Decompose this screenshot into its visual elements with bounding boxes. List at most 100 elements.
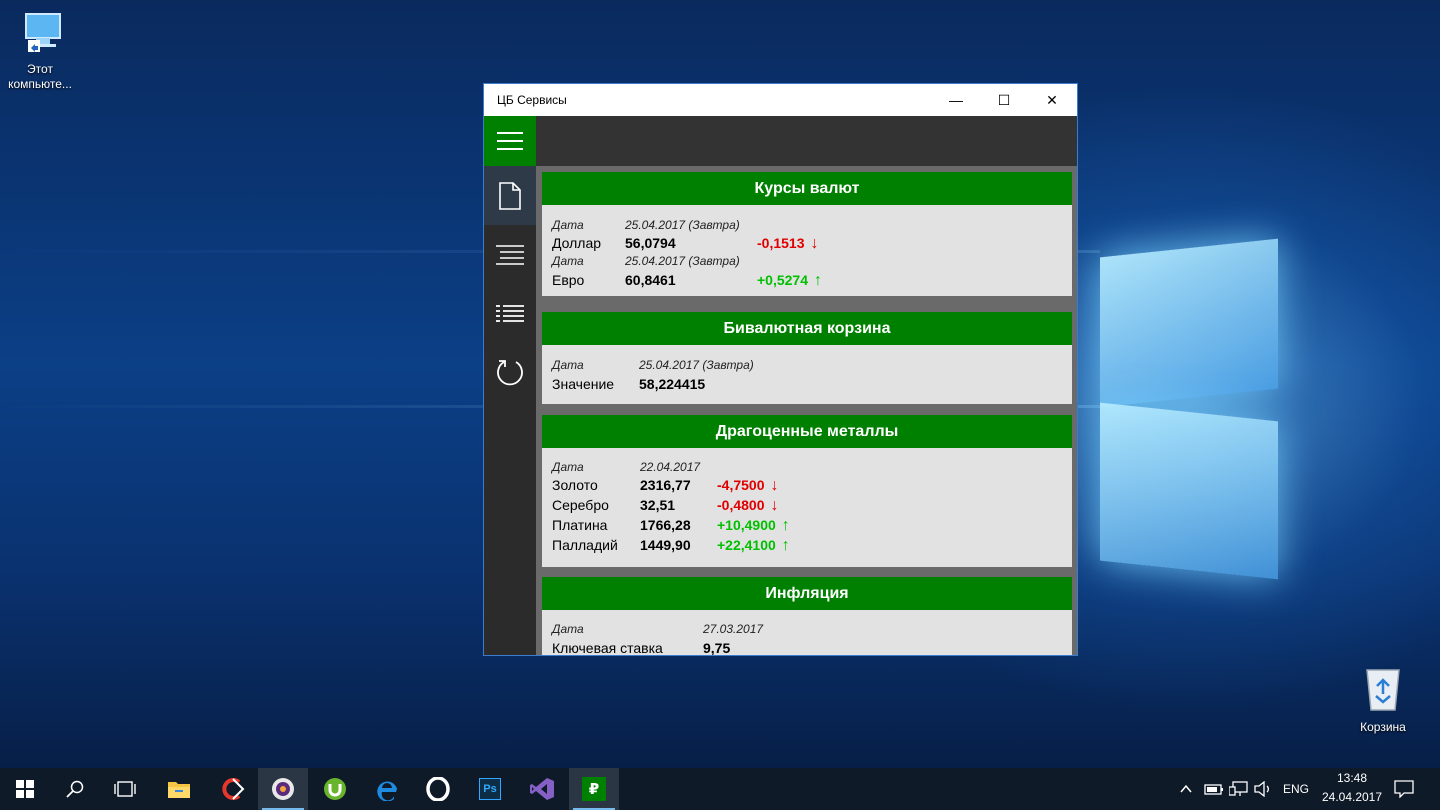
battery-tray-button[interactable] xyxy=(1204,781,1224,802)
nav-item-detailed-list[interactable] xyxy=(484,284,536,343)
key-rate-name: Ключевая ставка xyxy=(552,640,663,655)
nav-item-refresh[interactable] xyxy=(484,343,536,402)
title-bar[interactable]: ЦБ Сервисы — ☐ ✕ xyxy=(484,84,1077,116)
computer-icon xyxy=(0,10,80,58)
eur-value: 60,8461 xyxy=(625,272,676,288)
date-label: Дата xyxy=(552,358,584,372)
metals-card: Драгоценные металлы Дата 22.04.2017 Золо… xyxy=(542,415,1072,567)
close-icon: ✕ xyxy=(1046,91,1058,108)
photoshop-icon: Ps xyxy=(479,778,501,800)
task-view-button[interactable] xyxy=(100,768,150,810)
start-icon xyxy=(16,780,34,798)
arrow-down-icon: ↓ xyxy=(810,235,819,252)
palladium-change-value: +22,4100 xyxy=(717,537,776,553)
visual-studio-icon xyxy=(530,778,554,800)
show-hidden-icons-button[interactable] xyxy=(1178,781,1194,797)
notification-icon xyxy=(1394,780,1414,799)
eur-change: +0,5274 ↑ xyxy=(757,272,822,290)
arrow-up-icon: ↑ xyxy=(781,537,790,554)
visual-studio-button[interactable] xyxy=(517,768,567,810)
media-player-button[interactable] xyxy=(258,768,308,810)
silver-change-value: -0,4800 xyxy=(717,497,765,513)
volume-icon xyxy=(1254,780,1269,798)
ccleaner-icon xyxy=(222,778,245,800)
currency-card: Курсы валют Дата 25.04.2017 (Завтра) Дол… xyxy=(542,172,1072,296)
eur-name: Евро xyxy=(552,272,585,288)
gold-name: Золото xyxy=(552,477,598,493)
arrow-up-icon: ↑ xyxy=(814,272,822,289)
clock-time: 13:48 xyxy=(1336,771,1368,785)
taskbar: Ps ₽ ENG 13:48 24.04.2017 xyxy=(0,768,1440,810)
this-pc-label: Этот компьюте... xyxy=(8,62,72,91)
app-window: ЦБ Сервисы — ☐ ✕ Курсы валют Дата 25.04.… xyxy=(483,83,1078,656)
search-button[interactable] xyxy=(50,768,100,810)
input-language-button[interactable]: ENG xyxy=(1283,782,1309,796)
basket-card-title: Бивалютная корзина xyxy=(542,312,1072,345)
inflation-date: 27.03.2017 xyxy=(703,622,764,636)
minimize-icon: — xyxy=(949,92,963,108)
main-content: Курсы валют Дата 25.04.2017 (Завтра) Дол… xyxy=(536,166,1077,655)
nav-item-list[interactable] xyxy=(484,225,536,284)
network-icon xyxy=(1228,781,1248,796)
file-explorer-button[interactable] xyxy=(154,768,204,810)
usd-value: 56,0794 xyxy=(625,235,676,251)
window-title: ЦБ Сервисы xyxy=(497,93,567,107)
date-label: Дата xyxy=(552,460,584,474)
start-button[interactable] xyxy=(0,768,50,810)
minimize-button[interactable]: — xyxy=(933,84,979,116)
arrow-up-icon: ↑ xyxy=(781,517,790,534)
inflation-card-title: Инфляция xyxy=(542,577,1072,610)
close-button[interactable]: ✕ xyxy=(1029,84,1075,116)
app-header-bar xyxy=(536,116,1077,166)
arrow-down-icon: ↓ xyxy=(770,497,779,514)
silver-value: 32,51 xyxy=(640,497,676,513)
palladium-change: +22,4100 ↑ xyxy=(717,537,790,555)
nav-item-document[interactable] xyxy=(484,166,536,225)
nav-sidebar xyxy=(484,166,536,655)
ccleaner-button[interactable] xyxy=(207,768,257,810)
eur-date: 25.04.2017 (Завтра) xyxy=(625,254,740,268)
edge-icon xyxy=(377,781,397,801)
detailed-list-icon xyxy=(496,304,524,322)
maximize-button[interactable]: ☐ xyxy=(981,84,1027,116)
this-pc-desktop-icon[interactable]: Этот компьюте... xyxy=(0,10,80,92)
recycle-bin-desktop-icon[interactable]: Корзина xyxy=(1343,666,1423,735)
file-explorer-icon xyxy=(168,782,190,798)
cb-services-button[interactable]: ₽ xyxy=(569,768,619,810)
battery-icon xyxy=(1204,784,1223,795)
search-icon xyxy=(66,780,84,798)
recycle-bin-label: Корзина xyxy=(1360,720,1406,734)
hamburger-line xyxy=(497,148,523,150)
eur-change-value: +0,5274 xyxy=(757,272,808,288)
cb-services-icon: ₽ xyxy=(582,777,606,801)
photoshop-button[interactable]: Ps xyxy=(465,768,515,810)
hamburger-line xyxy=(497,132,523,134)
opera-icon xyxy=(426,777,450,801)
basket-value: 58,224415 xyxy=(639,376,706,392)
hamburger-line xyxy=(497,140,523,142)
key-rate-value: 9,75 xyxy=(703,640,731,655)
hamburger-menu-button[interactable] xyxy=(484,116,536,166)
arrow-down-icon: ↓ xyxy=(770,477,779,494)
metals-card-title: Драгоценные металлы xyxy=(542,415,1072,448)
inflation-card: Инфляция Дата 27.03.2017 Ключевая ставка… xyxy=(542,577,1072,655)
utorrent-button[interactable] xyxy=(310,768,360,810)
list-icon xyxy=(496,244,524,265)
date-label: Дата xyxy=(552,622,584,636)
clock-button[interactable]: 13:48 24.04.2017 xyxy=(1316,771,1388,807)
clock-date: 24.04.2017 xyxy=(1321,790,1383,804)
silver-change: -0,4800 ↓ xyxy=(717,497,778,515)
refresh-icon xyxy=(497,359,523,385)
usd-change: -0,1513 ↓ xyxy=(757,235,818,253)
cb-services-label: ₽ xyxy=(588,781,600,798)
gold-change-value: -4,7500 xyxy=(717,477,765,493)
gold-value: 2316,77 xyxy=(640,477,691,493)
network-tray-button[interactable] xyxy=(1228,781,1249,802)
edge-button[interactable] xyxy=(362,768,412,810)
opera-button[interactable] xyxy=(413,768,463,810)
palladium-value: 1449,90 xyxy=(640,537,691,553)
action-center-button[interactable] xyxy=(1394,780,1414,803)
volume-tray-button[interactable] xyxy=(1254,780,1274,802)
platinum-change: +10,4900 ↑ xyxy=(717,517,790,535)
usd-change-value: -0,1513 xyxy=(757,235,805,251)
